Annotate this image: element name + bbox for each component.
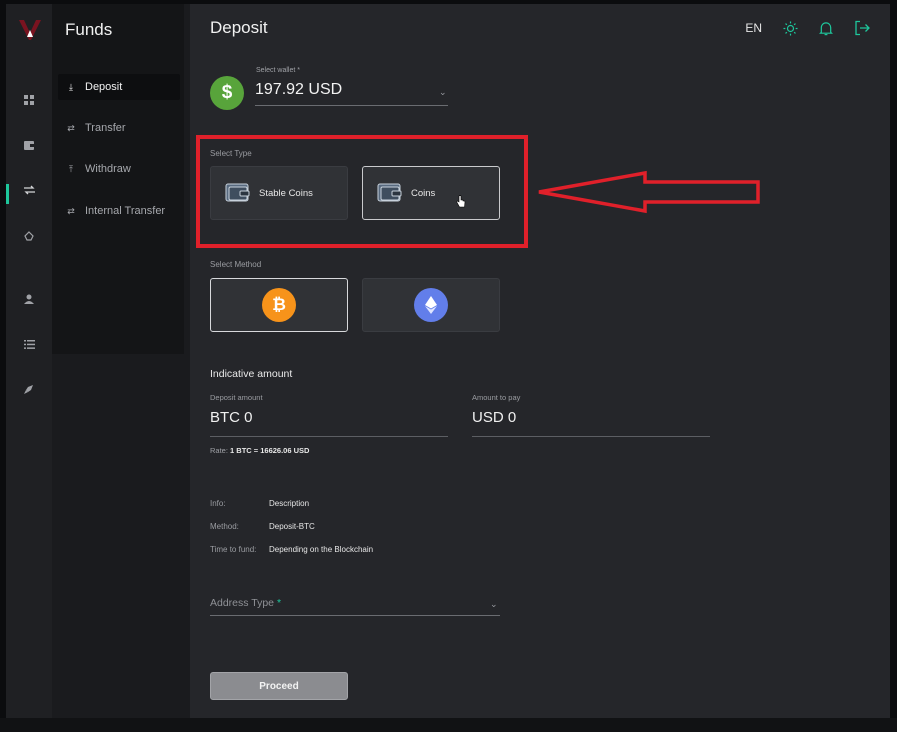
method-card-ethereum[interactable] bbox=[362, 278, 500, 332]
address-type-select[interactable]: Address Type * bbox=[210, 597, 281, 609]
bitcoin-icon: ₿ bbox=[262, 288, 296, 322]
amount-to-pay-label: Amount to pay bbox=[472, 393, 521, 402]
annotation-highlight-box bbox=[196, 135, 528, 248]
wallet-icon[interactable] bbox=[23, 139, 35, 151]
wallet-coin-icon: $ bbox=[210, 76, 244, 110]
transfer-icon: ⇄ bbox=[67, 122, 75, 133]
select-method-label: Select Method bbox=[210, 260, 262, 269]
rocket-icon[interactable] bbox=[23, 383, 35, 395]
sidebar-item-internal-transfer[interactable]: ⇄ Internal Transfer bbox=[58, 198, 180, 224]
earn-icon[interactable] bbox=[23, 230, 35, 242]
time-to-fund-value: Depending on the Blockchain bbox=[269, 545, 374, 554]
sidebar-item-label: Transfer bbox=[85, 122, 126, 134]
sidebar-item-deposit[interactable]: ⤓ Deposit bbox=[58, 74, 180, 100]
ethereum-icon bbox=[414, 288, 448, 322]
app-frame: Funds ⤓ Deposit ⇄ Transfer ⤒ Withdraw ⇄ … bbox=[0, 0, 897, 732]
exchange-icon[interactable] bbox=[23, 184, 35, 196]
main-panel: Deposit EN $ Select wallet * 197.92 USD … bbox=[190, 4, 890, 718]
amount-to-pay-input[interactable]: USD 0 bbox=[472, 409, 516, 426]
wallet-underline bbox=[255, 105, 448, 106]
wallet-select[interactable]: 197.92 USD bbox=[255, 81, 342, 99]
deposit-amount-input[interactable]: BTC 0 bbox=[210, 409, 253, 426]
method-key: Method: bbox=[210, 522, 239, 531]
download-icon: ⤓ bbox=[69, 81, 73, 92]
brand-logo[interactable] bbox=[18, 18, 42, 42]
annotation-arrow-icon bbox=[538, 170, 760, 214]
page-title: Deposit bbox=[210, 18, 268, 37]
top-actions: EN bbox=[745, 20, 870, 36]
upload-icon: ⤒ bbox=[69, 163, 73, 174]
transfer-icon: ⇄ bbox=[67, 205, 75, 216]
sidebar-title: Funds bbox=[65, 20, 113, 39]
rate-value: 1 BTC = 16626.06 USD bbox=[230, 446, 310, 455]
logout-icon[interactable] bbox=[854, 20, 870, 36]
chevron-down-icon[interactable]: ⌄ bbox=[439, 87, 447, 98]
address-type-label: Address Type bbox=[210, 597, 275, 609]
user-icon[interactable] bbox=[23, 293, 35, 305]
chevron-down-icon[interactable]: ⌄ bbox=[490, 599, 498, 610]
info-value: Description bbox=[269, 499, 310, 508]
icon-rail bbox=[6, 4, 52, 718]
list-icon[interactable] bbox=[23, 338, 35, 350]
exchange-rate: Rate: 1 BTC = 16626.06 USD bbox=[210, 446, 309, 455]
address-type-underline bbox=[210, 615, 500, 616]
sidebar-item-label: Withdraw bbox=[85, 163, 131, 175]
indicative-amount-heading: Indicative amount bbox=[210, 368, 293, 380]
sidebar-item-transfer[interactable]: ⇄ Transfer bbox=[58, 115, 180, 141]
deposit-amount-label: Deposit amount bbox=[210, 393, 263, 402]
method-card-bitcoin[interactable]: ₿ bbox=[210, 278, 348, 332]
info-key: Info: bbox=[210, 499, 226, 508]
funds-sidebar: Funds ⤓ Deposit ⇄ Transfer ⤒ Withdraw ⇄ … bbox=[52, 4, 190, 718]
bell-icon[interactable] bbox=[818, 20, 834, 36]
rate-prefix: Rate: bbox=[210, 446, 228, 455]
dashboard-icon[interactable] bbox=[23, 94, 35, 106]
deposit-amount-underline bbox=[210, 436, 448, 437]
rail-active-indicator bbox=[6, 184, 9, 204]
sidebar-item-label: Internal Transfer bbox=[85, 205, 166, 217]
required-mark: * bbox=[276, 597, 282, 609]
time-to-fund-key: Time to fund: bbox=[210, 545, 257, 554]
method-value: Deposit-BTC bbox=[269, 522, 315, 531]
language-selector[interactable]: EN bbox=[745, 21, 762, 35]
sidebar-item-withdraw[interactable]: ⤒ Withdraw bbox=[58, 156, 180, 182]
proceed-button[interactable]: Proceed bbox=[210, 672, 348, 700]
sun-icon[interactable] bbox=[782, 20, 798, 36]
sidebar-item-label: Deposit bbox=[85, 81, 123, 93]
bottom-strip bbox=[0, 718, 897, 732]
wallet-label: Select wallet * bbox=[256, 67, 300, 74]
amount-to-pay-underline bbox=[472, 436, 710, 437]
